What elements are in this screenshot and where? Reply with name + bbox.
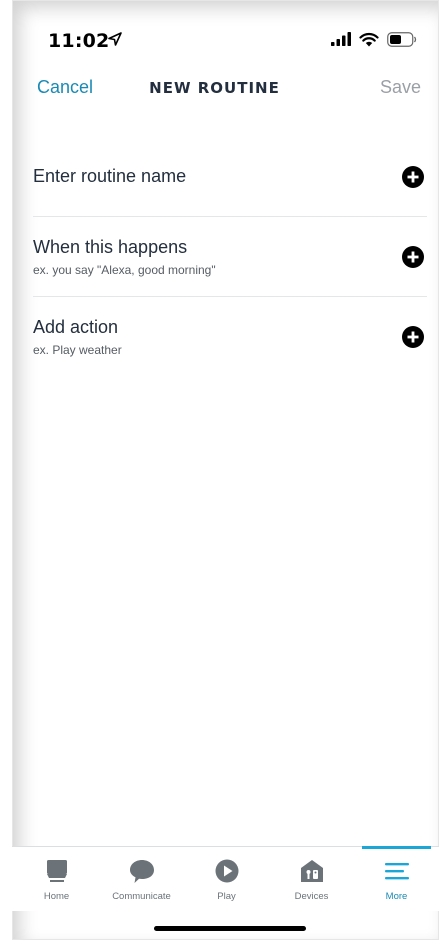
routine-name-label: Enter routine name (33, 166, 187, 186)
tab-label-home: Home (43, 891, 70, 902)
page-title: NEW ROUTINE (149, 79, 280, 97)
routine-name-row[interactable]: Enter routine name (33, 138, 427, 217)
routine-settings-list: Enter routine name When this happens ex.… (33, 138, 427, 377)
add-circle-icon[interactable] (402, 326, 424, 348)
tab-home[interactable]: Home (14, 847, 99, 911)
home-indicator[interactable] (154, 926, 306, 931)
navigation-bar: Cancel NEW ROUTINE Save (0, 70, 439, 110)
action-hint: ex. Play weather (33, 343, 122, 357)
battery-icon (387, 31, 417, 47)
add-circle-icon[interactable] (402, 166, 424, 188)
tab-more[interactable]: More (354, 846, 439, 911)
wifi-icon (359, 32, 379, 46)
tab-label-play: Play (217, 891, 236, 902)
location-arrow-icon (108, 32, 122, 46)
trigger-row[interactable]: When this happens ex. you say "Alexa, go… (33, 217, 427, 297)
play-icon (215, 859, 238, 883)
devices-icon (300, 860, 323, 882)
trigger-hint: ex. you say "Alexa, good morning" (33, 263, 216, 277)
tab-label-more: More (385, 891, 408, 902)
add-circle-icon[interactable] (402, 246, 424, 268)
tab-label-communicate: Communicate (112, 891, 171, 902)
home-icon (46, 860, 67, 882)
tab-bar: Home Communicate Play Devices More (12, 846, 439, 911)
menu-icon (384, 863, 409, 880)
cellular-signal-icon (331, 32, 351, 46)
status-bar: 11:02 (0, 0, 439, 70)
action-label: Add action (33, 317, 119, 337)
status-time: 11:02 (48, 30, 110, 52)
tab-label-devices: Devices (294, 891, 329, 902)
tab-devices[interactable]: Devices (269, 847, 354, 911)
action-row[interactable]: Add action ex. Play weather (33, 297, 427, 377)
tab-play[interactable]: Play (184, 847, 269, 911)
save-button[interactable]: Save (380, 77, 421, 98)
tab-communicate[interactable]: Communicate (99, 847, 184, 911)
trigger-label: When this happens (33, 237, 188, 257)
status-indicators (331, 29, 417, 49)
speech-bubble-icon (129, 860, 154, 883)
active-tab-indicator (362, 846, 431, 849)
